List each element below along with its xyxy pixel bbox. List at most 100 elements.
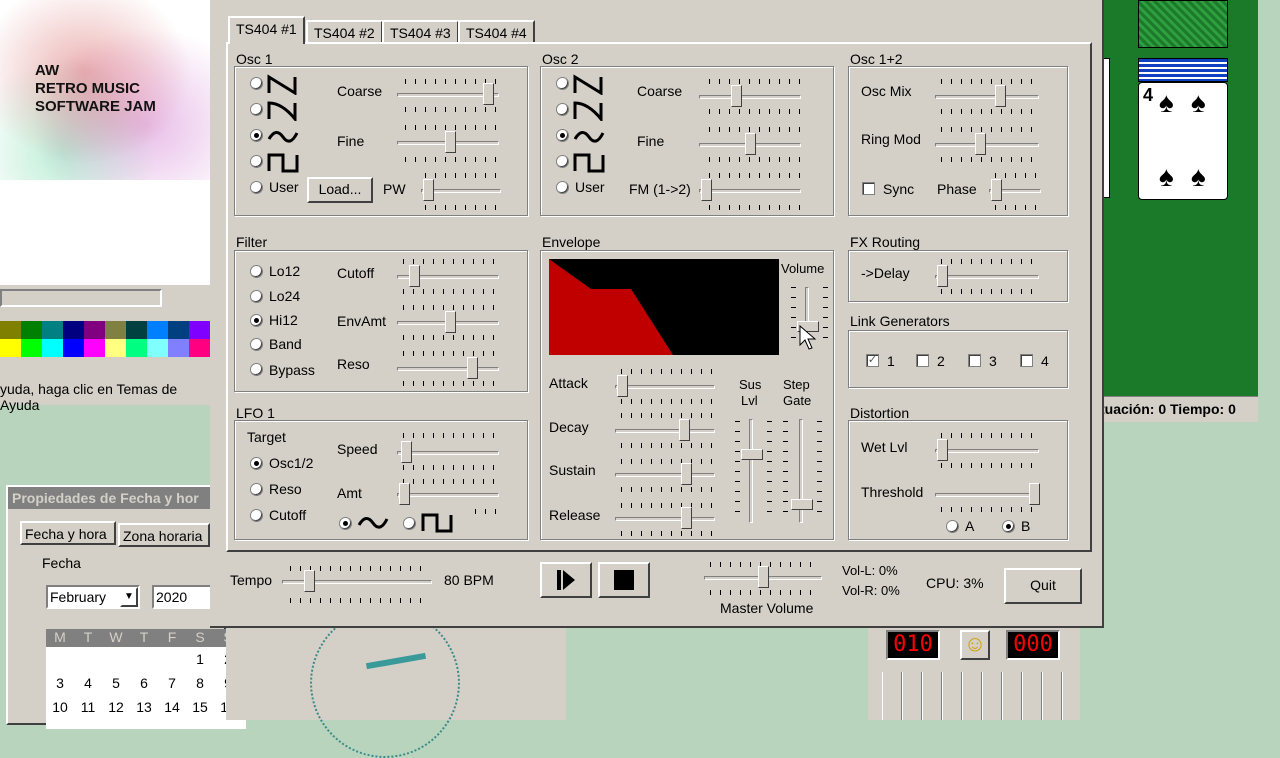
osc2-fm-slider[interactable] [699, 189, 801, 193]
slider-thumb[interactable] [445, 131, 456, 153]
day[interactable]: 4 [74, 675, 102, 691]
slider-thumb[interactable] [745, 133, 756, 155]
lfo-amt-slider[interactable] [397, 493, 499, 497]
sustain-slider[interactable] [615, 473, 715, 477]
slider-thumb[interactable] [701, 179, 712, 201]
osc1-load-button[interactable]: Load... [307, 177, 373, 203]
day[interactable]: 6 [130, 675, 158, 691]
day[interactable]: 14 [158, 699, 186, 715]
slider-thumb[interactable] [679, 419, 690, 441]
card-back[interactable] [1138, 0, 1228, 48]
link-4-checkbox[interactable] [1020, 354, 1033, 367]
filter-hi12-radio[interactable] [250, 314, 263, 327]
card-four-spades[interactable]: 4 ♠ ♠ ♠ ♠ [1138, 82, 1228, 200]
reso-slider[interactable] [397, 367, 499, 371]
mine-grid[interactable] [882, 672, 1068, 720]
lfo-reso-radio[interactable] [250, 483, 263, 496]
osc1-sine2-radio[interactable] [250, 103, 263, 116]
slider-thumb[interactable] [483, 83, 494, 105]
delay-slider[interactable] [935, 275, 1039, 279]
chevron-down-icon[interactable]: ▼ [120, 587, 138, 607]
link-1-checkbox[interactable]: ✓ [866, 354, 879, 367]
paint-scrollbar[interactable] [0, 289, 162, 307]
link-2-checkbox[interactable] [916, 354, 929, 367]
lfo-sine-radio[interactable] [339, 517, 352, 530]
day[interactable]: 3 [46, 675, 74, 691]
slider-thumb[interactable] [617, 375, 628, 397]
quit-button[interactable]: Quit [1004, 568, 1082, 604]
day[interactable]: 15 [186, 699, 214, 715]
slider-thumb[interactable] [1029, 483, 1040, 505]
osc2-square-radio[interactable] [556, 155, 569, 168]
slider-thumb[interactable] [423, 179, 434, 201]
filter-bypass-radio[interactable] [250, 363, 263, 376]
filter-lo12-radio[interactable] [250, 265, 263, 278]
ring-mod-slider[interactable] [935, 143, 1039, 147]
slider-thumb[interactable] [467, 357, 478, 379]
slider-thumb[interactable] [991, 179, 1002, 201]
slider-thumb[interactable] [681, 507, 692, 529]
slider-thumb[interactable] [731, 85, 742, 107]
day[interactable]: 11 [74, 699, 102, 715]
calendar-grid[interactable]: MTWTFSS 12 3456789 10111213141516 [46, 629, 246, 729]
slider-thumb[interactable] [791, 499, 813, 510]
osc2-user-radio[interactable] [556, 181, 569, 194]
osc1-user-radio[interactable] [250, 181, 263, 194]
filter-band-radio[interactable] [250, 338, 263, 351]
release-slider[interactable] [615, 517, 715, 521]
lfo-cutoff-radio[interactable] [250, 509, 263, 522]
day[interactable]: 13 [130, 699, 158, 715]
link-3-checkbox[interactable] [968, 354, 981, 367]
month-select[interactable]: February ▼ [46, 585, 140, 609]
osc1-saw-radio[interactable] [250, 77, 263, 90]
osc2-saw-radio[interactable] [556, 77, 569, 90]
lfo-speed-slider[interactable] [397, 451, 499, 455]
tab-ts404-2[interactable]: TS404 #2 [306, 20, 383, 44]
slider-thumb[interactable] [304, 570, 315, 592]
tab-ts404-4[interactable]: TS404 #4 [458, 20, 535, 44]
slider-thumb[interactable] [995, 85, 1006, 107]
tab-zona-horaria[interactable]: Zona horaria [118, 523, 210, 547]
tab-ts404-3[interactable]: TS404 #3 [382, 20, 459, 44]
slider-thumb[interactable] [399, 483, 410, 505]
osc1-square-radio[interactable] [250, 155, 263, 168]
lfo-osc12-radio[interactable] [250, 457, 263, 470]
day[interactable]: 8 [186, 675, 214, 691]
sus-lvl-slider[interactable] [749, 419, 753, 523]
wet-lvl-slider[interactable] [935, 449, 1039, 453]
stop-button[interactable] [598, 562, 650, 598]
osc-mix-slider[interactable] [935, 95, 1039, 99]
osc2-sine-radio[interactable] [556, 129, 569, 142]
day[interactable]: 1 [186, 651, 214, 667]
slider-thumb[interactable] [409, 265, 420, 287]
day[interactable]: 10 [46, 699, 74, 715]
filter-lo24-radio[interactable] [250, 290, 263, 303]
slider-thumb[interactable] [681, 463, 692, 485]
smiley-face-button[interactable]: ☺ [960, 630, 990, 660]
date-dialog-titlebar[interactable]: Propiedades de Fecha y hor [8, 487, 224, 509]
osc2-sine2-radio[interactable] [556, 103, 569, 116]
decay-slider[interactable] [615, 429, 715, 433]
tab-fecha-hora[interactable]: Fecha y hora [20, 521, 116, 545]
distortion-a-radio[interactable] [946, 520, 959, 533]
day[interactable]: 5 [102, 675, 130, 691]
osc1-sine-radio[interactable] [250, 129, 263, 142]
day[interactable]: 7 [158, 675, 186, 691]
slider-thumb[interactable] [758, 566, 769, 588]
osc2-coarse-slider[interactable] [699, 95, 801, 99]
day[interactable]: 12 [102, 699, 130, 715]
lfo-square-radio[interactable] [403, 517, 416, 530]
slider-thumb[interactable] [445, 311, 456, 333]
distortion-b-radio[interactable] [1002, 520, 1015, 533]
threshold-slider[interactable] [935, 493, 1039, 497]
play-button[interactable] [540, 562, 592, 598]
slider-thumb[interactable] [401, 441, 412, 463]
sync-checkbox[interactable] [862, 182, 875, 195]
slider-thumb[interactable] [975, 133, 986, 155]
attack-slider[interactable] [615, 385, 715, 389]
slider-thumb[interactable] [741, 449, 763, 460]
tab-ts404-1[interactable]: TS404 #1 [228, 16, 305, 44]
card-stack[interactable] [1138, 58, 1228, 82]
slider-thumb[interactable] [937, 265, 948, 287]
slider-thumb[interactable] [937, 439, 948, 461]
